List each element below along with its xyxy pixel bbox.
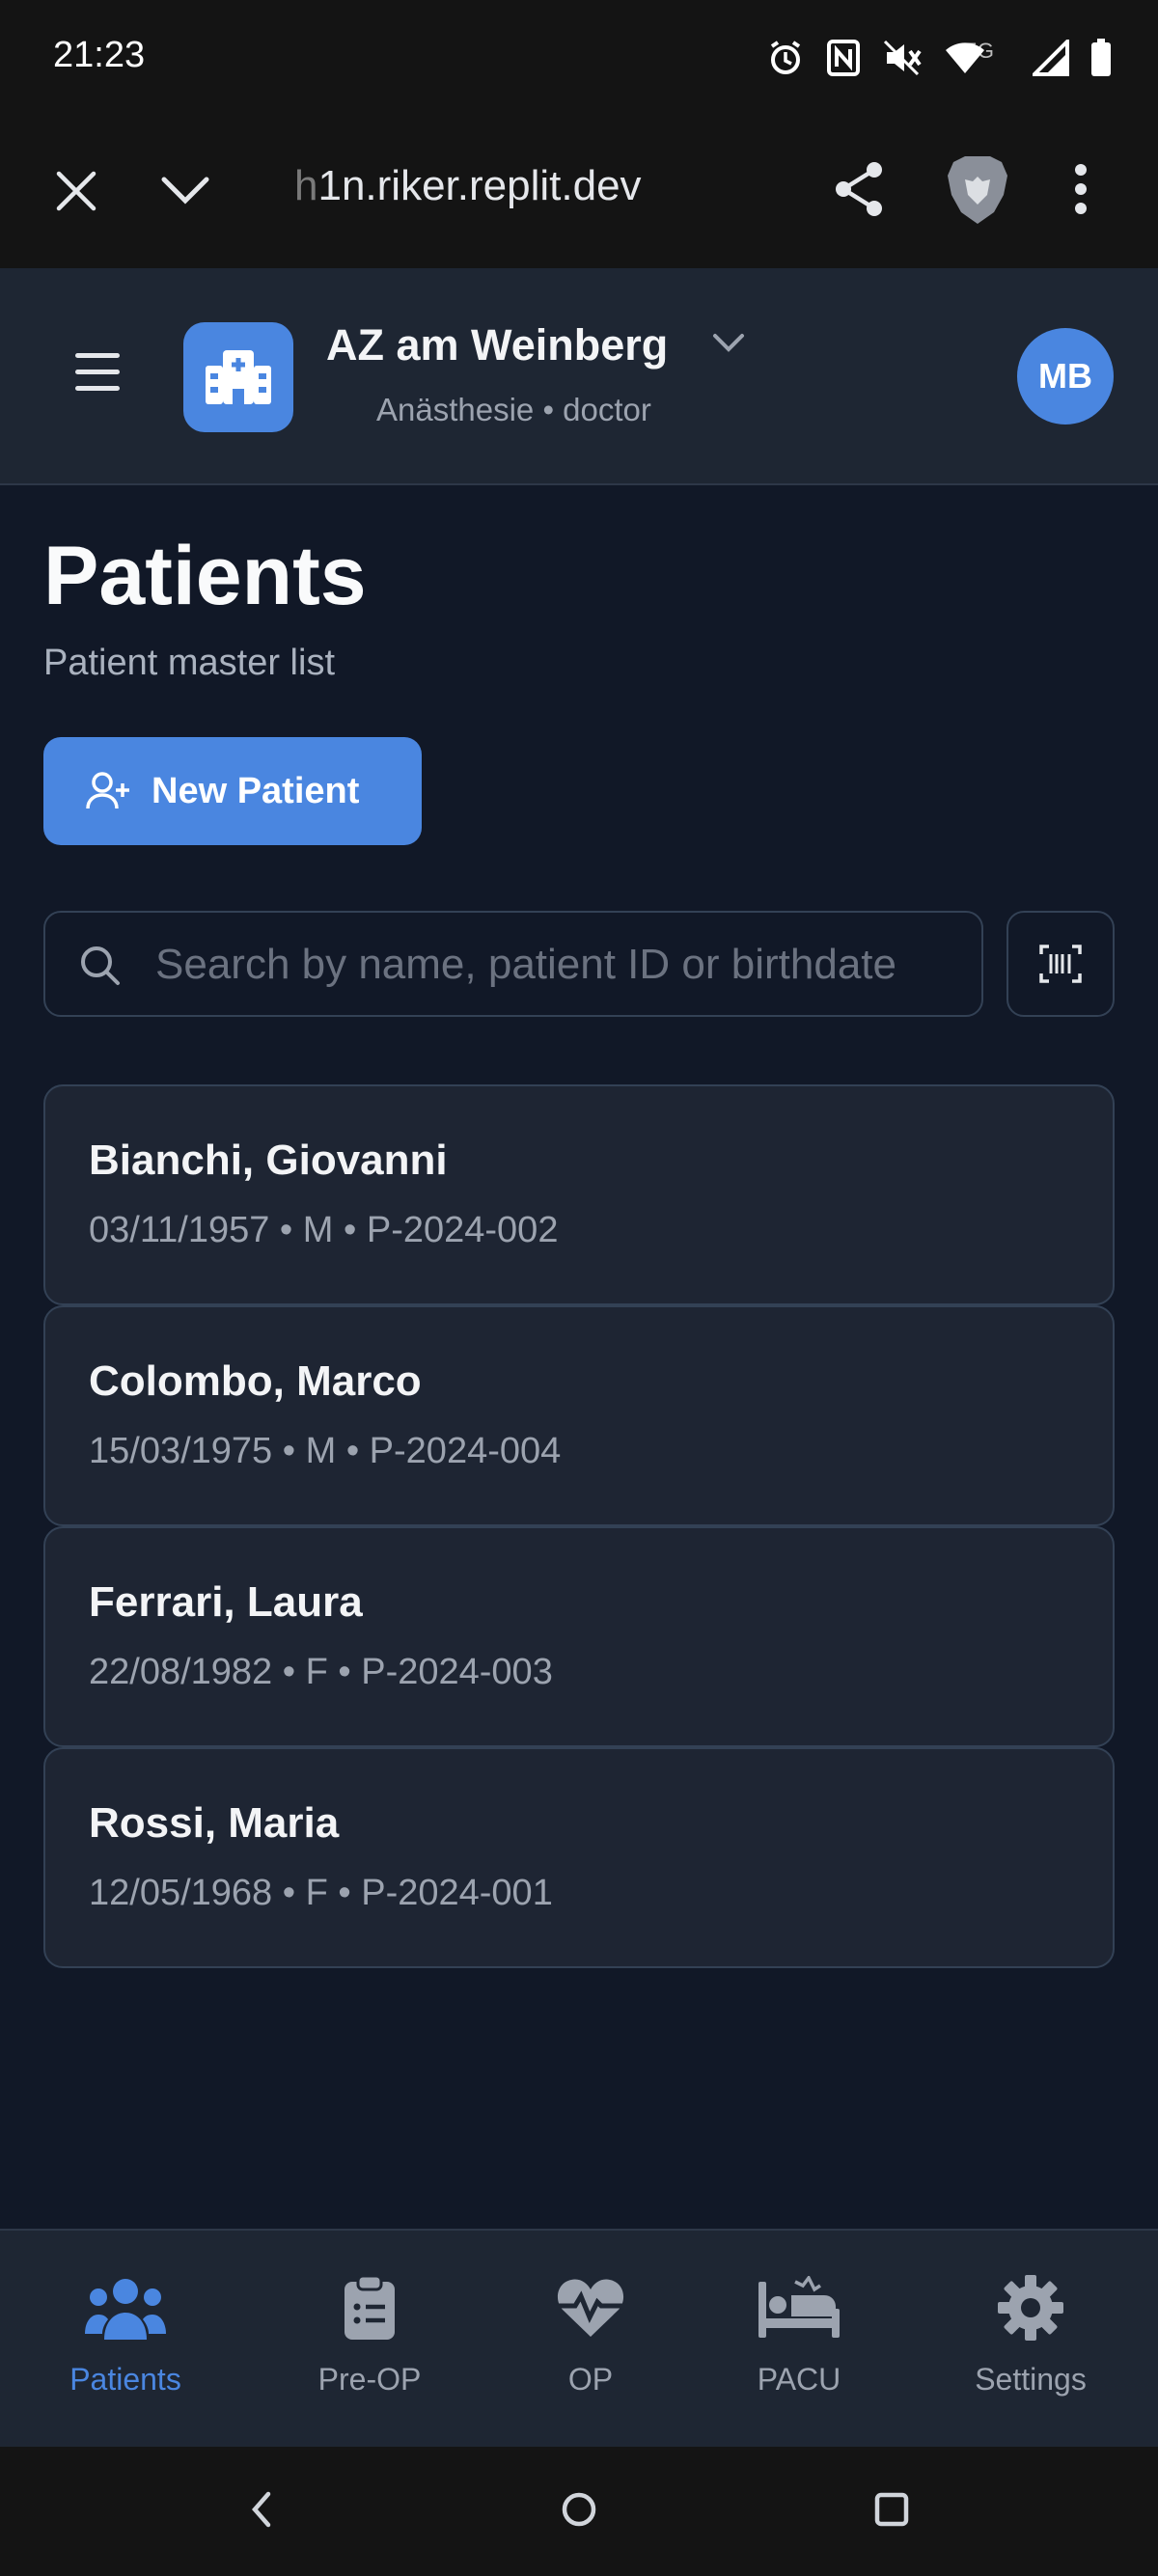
hospital-logo-icon <box>183 322 293 432</box>
recents-icon[interactable] <box>874 2490 909 2529</box>
patient-name: Bianchi, Giovanni <box>89 1137 448 1184</box>
nav-label: Patients <box>69 2362 181 2397</box>
avatar[interactable]: MB <box>1017 328 1114 425</box>
nav-label: OP <box>567 2362 614 2397</box>
wifi-icon <box>946 42 984 73</box>
brave-shield-icon[interactable] <box>946 154 1009 226</box>
heart-pulse-icon <box>556 2279 625 2337</box>
nav-item-patients[interactable]: Patients <box>19 2269 232 2398</box>
app-header: AZ am Weinberg Anästhesie • doctor MB <box>0 268 1158 485</box>
new-patient-label: New Patient <box>152 770 360 811</box>
alarm-icon <box>770 41 801 74</box>
scan-barcode-button[interactable] <box>1006 911 1115 1017</box>
page-subtitle: Patient master list <box>43 643 335 683</box>
patient-list: Bianchi, Giovanni 03/11/1957 • M • P-202… <box>43 1084 1115 1968</box>
patient-meta: 22/08/1982 • F • P-2024-003 <box>89 1652 553 1692</box>
search-placeholder: Search by name, patient ID or birthdate <box>155 941 896 988</box>
nav-label: Pre-OP <box>317 2362 422 2397</box>
clinic-subtitle: Anästhesie • doctor <box>376 392 651 427</box>
close-icon[interactable] <box>55 170 97 212</box>
page-title: Patients <box>43 530 367 622</box>
system-nav-bar <box>0 2447 1158 2576</box>
gear-icon <box>998 2275 1063 2341</box>
clipboard-list-icon <box>345 2274 395 2340</box>
user-plus-icon <box>86 772 129 809</box>
nav-label: Settings <box>975 2362 1087 2397</box>
search-icon <box>81 946 120 985</box>
users-icon <box>85 2279 166 2340</box>
nav-label: PACU <box>757 2362 841 2397</box>
patient-card[interactable]: Rossi, Maria 12/05/1968 • F • P-2024-001 <box>43 1747 1115 1968</box>
search-input[interactable]: Search by name, patient ID or birthdate <box>43 911 983 1017</box>
patient-meta: 12/05/1968 • F • P-2024-001 <box>89 1873 553 1913</box>
clinic-name[interactable]: AZ am Weinberg <box>326 320 668 370</box>
nav-item-pacu[interactable]: PACU <box>693 2269 905 2398</box>
share-icon[interactable] <box>832 160 886 218</box>
nav-item-settings[interactable]: Settings <box>924 2269 1137 2398</box>
nav-item-pre-op[interactable]: Pre-OP <box>263 2269 476 2398</box>
patient-name: Colombo, Marco <box>89 1357 422 1405</box>
patient-card[interactable]: Bianchi, Giovanni 03/11/1957 • M • P-202… <box>43 1084 1115 1305</box>
new-patient-button[interactable]: New Patient <box>43 737 422 845</box>
bed-icon <box>758 2276 840 2338</box>
patient-name: Ferrari, Laura <box>89 1578 363 1626</box>
patient-meta: 15/03/1975 • M • P-2024-004 <box>89 1431 562 1471</box>
chevron-down-icon[interactable] <box>160 174 210 206</box>
patient-meta: 03/11/1957 • M • P-2024-002 <box>89 1210 559 1250</box>
status-time: 21:23 <box>53 35 146 75</box>
back-icon[interactable] <box>249 2490 274 2529</box>
chevron-down-icon[interactable] <box>712 332 745 353</box>
scan-barcode-icon <box>1039 945 1082 983</box>
nav-item-op[interactable]: OP <box>484 2269 697 2398</box>
battery-icon <box>1091 39 1111 76</box>
nfc-icon <box>827 40 860 76</box>
home-icon[interactable] <box>561 2490 597 2529</box>
status-bar: 21:23 5G <box>0 0 1158 116</box>
browser-toolbar: h1n.riker.replit.dev <box>0 116 1158 268</box>
more-vertical-icon[interactable] <box>1071 162 1090 216</box>
mute-icon <box>883 40 922 76</box>
signal-icon <box>1033 40 1069 76</box>
bottom-nav: Patients Pre-OP OP PACU Settings <box>0 2229 1158 2447</box>
patient-card[interactable]: Ferrari, Laura 22/08/1982 • F • P-2024-0… <box>43 1526 1115 1747</box>
url-bar[interactable]: h1n.riker.replit.dev <box>294 162 642 210</box>
patient-name: Rossi, Maria <box>89 1799 340 1847</box>
menu-icon[interactable] <box>75 353 120 392</box>
patient-card[interactable]: Colombo, Marco 15/03/1975 • M • P-2024-0… <box>43 1305 1115 1526</box>
